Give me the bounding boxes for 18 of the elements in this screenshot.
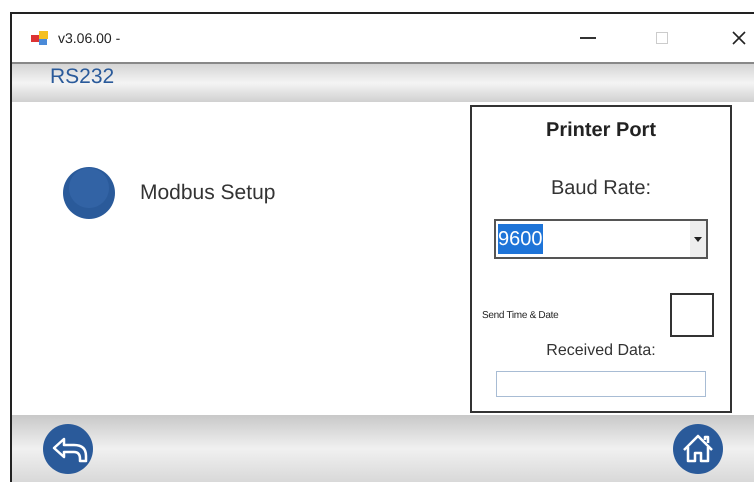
back-button[interactable] (42, 422, 94, 474)
close-icon[interactable] (732, 31, 746, 45)
send-time-date-checkbox[interactable] (670, 293, 714, 337)
caret-icon (690, 221, 706, 257)
minimize-icon[interactable] (580, 36, 596, 40)
window-title: v3.06.00 - (58, 28, 120, 48)
home-button[interactable] (672, 422, 724, 474)
circle-icon (62, 166, 116, 220)
menu-item[interactable]: Modbus Setup (62, 166, 470, 220)
page-title: RS232 (50, 65, 114, 88)
received-data-label: Received Data: (546, 341, 656, 361)
baud-rate-label: Baud Rate: (550, 176, 652, 201)
send-time-date-label: Send Time & Date (482, 308, 558, 322)
baud-rate-value: 9600 (498, 224, 542, 254)
app-icon (30, 29, 50, 47)
panel-title: Printer Port (546, 118, 656, 143)
baud-rate-dropdown[interactable]: 9600 (494, 219, 708, 259)
received-data-field[interactable] (496, 371, 706, 397)
